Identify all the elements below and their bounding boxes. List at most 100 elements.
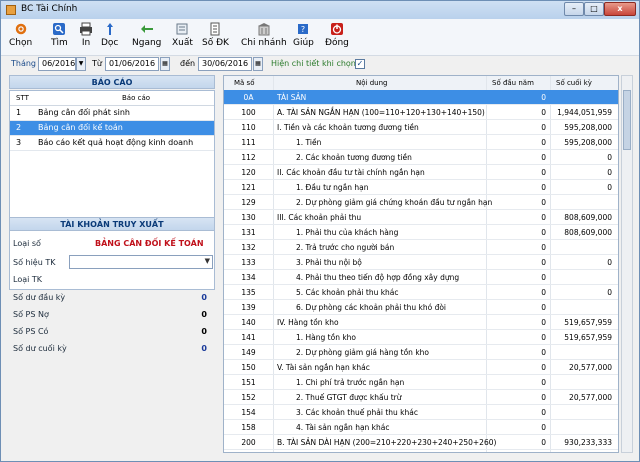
to-date-input[interactable]: 30/06/2016	[198, 57, 252, 71]
table-row[interactable]: 134 4. Phải thu theo tiến độ hợp đồng xây…	[224, 270, 618, 285]
row-end-balance: 0	[607, 258, 612, 267]
table-row[interactable]: 139 6. Dự phòng các khoản phải thu khó đò…	[224, 300, 618, 315]
table-row[interactable]: 154 3. Các khoản thuế phải thu khác 0	[224, 405, 618, 420]
table-row[interactable]: 200 B. TÀI SẢN DÀI HẠN (200=210+220+230+2…	[224, 435, 618, 450]
report-row[interactable]: 2 Bảng cân đối kế toán	[10, 121, 214, 136]
gear-icon	[15, 23, 26, 35]
table-row[interactable]: 110 I. Tiền và các khoản tương đương tiền…	[224, 120, 618, 135]
to-date-picker-button[interactable]: ▦	[253, 57, 263, 71]
toolbar-button-label: Xuất	[172, 38, 193, 48]
to-label: đến	[180, 59, 196, 68]
toolbar-button-9[interactable]: ? Giúp	[293, 22, 314, 54]
so-hieu-select[interactable]: ▼	[69, 255, 213, 269]
row-end-balance: 1,944,051,959	[557, 108, 612, 117]
toolbar-button-label: Dọc	[101, 38, 119, 48]
table-row[interactable]: 132 2. Trả trước cho người bán 0	[224, 240, 618, 255]
from-label: Từ	[92, 59, 102, 68]
table-row[interactable]: 152 2. Thuế GTGT được khấu trừ 0 20,577,000	[224, 390, 618, 405]
table-row[interactable]: 121 1. Đầu tư ngắn hạn 0 0	[224, 180, 618, 195]
table-row[interactable]: 140 IV. Hàng tồn kho 0 519,657,959	[224, 315, 618, 330]
close-button[interactable]: x	[604, 2, 636, 16]
table-row[interactable]: 149 2. Dự phòng giảm giá hàng tồn kho 0	[224, 345, 618, 360]
balance-sheet-grid: Mã số Nội dung Số đầu năm Số cuối kỳ 0A T…	[223, 75, 619, 453]
portrait-icon	[106, 23, 113, 35]
printer-icon	[80, 22, 92, 36]
row-code: 132	[241, 243, 256, 252]
row-end-balance: 808,609,000	[564, 213, 612, 222]
row-content: 2. Các khoản tương đương tiền	[296, 153, 412, 162]
grid-scrollbar[interactable]	[621, 75, 633, 453]
table-row[interactable]: 100 A. TÀI SẢN NGẮN HẠN (100=110+120+130+…	[224, 105, 618, 120]
row-content: 3. Phải thu nội bộ	[296, 258, 362, 267]
toolbar-button-label: Số ĐK	[202, 38, 229, 48]
toolbar-button-label: Đóng	[325, 38, 349, 48]
month-input[interactable]: 06/2016	[38, 57, 76, 71]
table-row[interactable]: 210I. Các khoản phải thu dài hạn0	[224, 450, 618, 452]
svg-text:?: ?	[301, 25, 305, 34]
grid-header: Mã số Nội dung Số đầu năm Số cuối kỳ	[224, 76, 618, 91]
account-header: TÀI KHOẢN TRUY XUẤT	[9, 217, 215, 231]
report-row[interactable]: 3 Báo cáo kết quả hoạt động kinh doanh	[10, 136, 214, 151]
table-row[interactable]: 131 1. Phải thu của khách hàng 0 808,609,00…	[224, 225, 618, 240]
maximize-button[interactable]: □	[584, 2, 604, 16]
toolbar-button-3[interactable]: In	[79, 22, 93, 54]
row-code: 150	[241, 363, 256, 372]
du-cuoi-label: Số dư cuối kỳ	[13, 344, 67, 353]
row-start-balance: 0	[541, 168, 546, 177]
table-row[interactable]: 135 5. Các khoản phải thu khác 0 0	[224, 285, 618, 300]
ps-no-value: 0	[201, 310, 207, 319]
toolbar-button-4[interactable]: Dọc	[101, 22, 118, 54]
col-start-balance: Số đầu năm	[492, 79, 534, 87]
report-row[interactable]: 1 Bảng cân đối phát sinh	[10, 106, 214, 121]
table-row[interactable]: 0A TÀI SẢN 0	[224, 90, 618, 105]
toolbar-button-1[interactable]: Chọn	[9, 22, 32, 54]
toolbar-button-8[interactable]: Chi nhánh	[241, 22, 287, 54]
row-end-balance: 0	[607, 183, 612, 192]
row-content: 5. Các khoản phải thu khác	[296, 288, 399, 297]
table-row[interactable]: 120 II. Các khoản đầu tư tài chính ngắn h…	[224, 165, 618, 180]
table-row[interactable]: 129 2. Dự phòng giảm giá chứng khoán đầu …	[224, 195, 618, 210]
table-row[interactable]: 150 V. Tài sản ngắn hạn khác 0 20,577,000	[224, 360, 618, 375]
table-row[interactable]: 151 1. Chi phí trả trước ngắn hạn 0	[224, 375, 618, 390]
from-date-input[interactable]: 01/06/2016	[105, 57, 159, 71]
table-row[interactable]: 141 1. Hàng tồn kho 0 519,657,959	[224, 330, 618, 345]
minimize-button[interactable]: –	[564, 2, 584, 16]
table-row[interactable]: 111 1. Tiền 0 595,208,000	[224, 135, 618, 150]
title-bar[interactable]: BC Tài Chính – □ x	[1, 1, 639, 19]
row-start-balance: 0	[541, 288, 546, 297]
row-code: 139	[241, 303, 256, 312]
row-content: I. Tiền và các khoản tương đương tiền	[277, 123, 419, 132]
ledger-icon	[210, 22, 220, 36]
export-icon	[176, 23, 188, 35]
toolbar-button-6[interactable]: Xuất	[172, 22, 193, 54]
detail-checkbox[interactable]: ✓	[355, 59, 365, 69]
report-stt: 1	[16, 108, 22, 117]
table-row[interactable]: 130 III. Các khoản phải thu 0 808,609,000	[224, 210, 618, 225]
from-date-picker-button[interactable]: ▦	[160, 57, 170, 71]
ps-co-label: Số PS Có	[13, 327, 49, 336]
row-code: 152	[241, 393, 256, 402]
table-row[interactable]: 133 3. Phải thu nội bộ 0 0	[224, 255, 618, 270]
row-start-balance: 0	[541, 123, 546, 132]
report-stt: 3	[16, 138, 22, 147]
toolbar-button-5[interactable]: Ngang	[132, 22, 161, 54]
row-end-balance: 595,208,000	[564, 123, 612, 132]
toolbar-button-2[interactable]: Tìm	[51, 22, 68, 54]
row-content: 6. Dự phòng các khoản phải thu khó đòi	[296, 303, 447, 312]
scrollbar-thumb[interactable]	[623, 90, 631, 150]
row-start-balance: 0	[541, 183, 546, 192]
table-row[interactable]: 112 2. Các khoản tương đương tiền 0 0	[224, 150, 618, 165]
row-end-balance: 808,609,000	[564, 228, 612, 237]
row-start-balance: 0	[541, 393, 546, 402]
toolbar-button-10[interactable]: Đóng	[325, 22, 349, 54]
app-icon	[6, 5, 16, 15]
calendar-icon: ▦	[162, 60, 168, 67]
row-code: 110	[241, 123, 256, 132]
row-code: 0A	[243, 93, 254, 102]
table-row[interactable]: 158 4. Tài sản ngắn hạn khác 0	[224, 420, 618, 435]
row-code: 111	[241, 138, 256, 147]
toolbar-button-7[interactable]: Số ĐK	[202, 22, 229, 54]
report-rows: 1 Bảng cân đối phát sinh 2 Bảng cân đối kế …	[10, 106, 214, 151]
row-start-balance: 0	[541, 423, 546, 432]
month-dropdown-button[interactable]: ▼	[76, 57, 86, 71]
